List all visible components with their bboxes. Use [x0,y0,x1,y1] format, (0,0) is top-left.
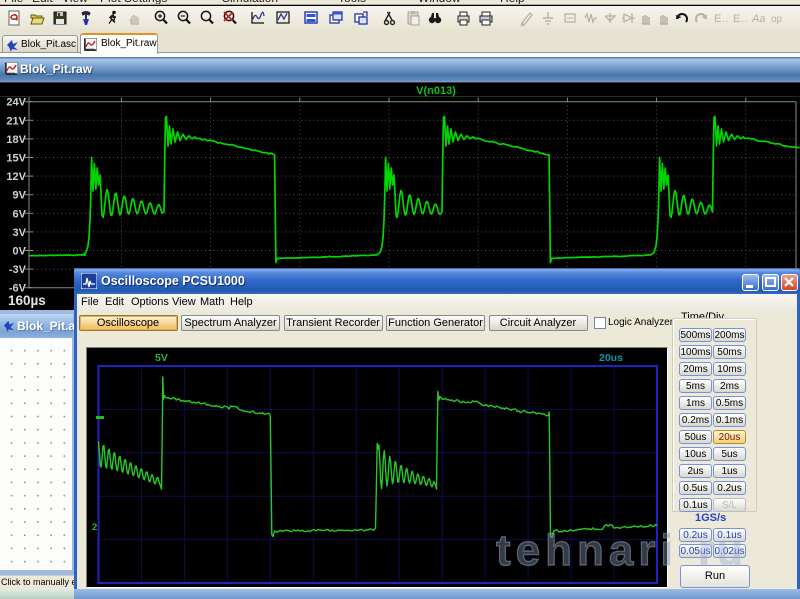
svg-text:15V: 15V [6,153,26,165]
svg-text:20us: 20us [599,352,623,364]
svg-text:6V: 6V [13,208,27,220]
svg-text:3V: 3V [13,227,27,239]
svg-text:2: 2 [92,522,97,533]
svg-text:0V: 0V [13,246,27,258]
svg-text:18V: 18V [6,134,26,146]
svg-text:12V: 12V [6,171,26,183]
svg-text:21V: 21V [6,115,26,127]
svg-text:-3V: -3V [9,264,27,276]
svg-text:24V: 24V [6,97,26,109]
svg-text:V(n013): V(n013) [416,85,456,97]
svg-text:5V: 5V [155,352,168,364]
svg-text:160µs: 160µs [8,293,46,308]
svg-text:9V: 9V [13,190,27,202]
